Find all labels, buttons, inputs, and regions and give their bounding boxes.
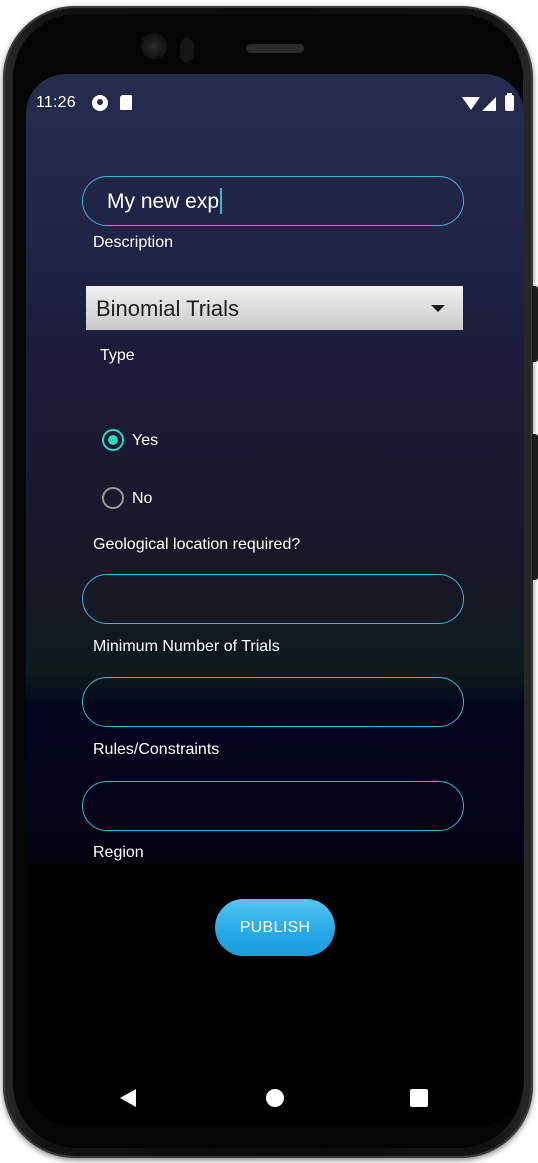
status-bar: 11:26 [26,90,524,116]
text-cursor [220,188,223,214]
rules-input[interactable] [82,677,464,727]
cell-signal-icon [482,97,496,111]
earpiece-speaker-icon [246,44,304,53]
back-icon[interactable] [120,1089,136,1107]
rules-label: Rules/Constraints [93,741,220,758]
description-value: My new exp [107,190,220,213]
type-selected-value: Binomial Trials [96,296,240,321]
power-button [532,286,538,362]
volume-rocker [532,434,538,580]
recents-icon[interactable] [410,1089,428,1107]
region-label: Region [93,844,144,861]
publish-button[interactable]: PUBLISH [215,899,335,956]
radio-yes[interactable] [102,429,124,451]
radio-yes-label[interactable]: Yes [132,432,158,450]
wifi-icon [462,97,480,110]
radio-no[interactable] [102,487,124,509]
app-notification-icon [92,95,108,111]
screen: 11:26 My new exp Description Binomial Tr… [26,74,524,1126]
status-time: 11:26 [36,94,76,111]
sd-card-icon [120,95,132,110]
radio-no-label[interactable]: No [132,490,152,508]
dropdown-arrow-icon [431,305,445,312]
description-input[interactable]: My new exp [82,176,464,226]
min-trials-label: Minimum Number of Trials [93,638,280,655]
proximity-sensor-icon [180,38,194,62]
region-input[interactable] [82,781,464,831]
description-label: Description [93,234,174,251]
type-label: Type [100,347,135,364]
min-trials-input[interactable] [82,574,464,624]
home-icon[interactable] [266,1089,284,1107]
front-camera-icon [141,33,167,59]
geo-location-label: Geological location required? [93,536,301,553]
battery-icon [505,93,514,111]
type-dropdown[interactable]: Binomial Trials [86,286,463,330]
